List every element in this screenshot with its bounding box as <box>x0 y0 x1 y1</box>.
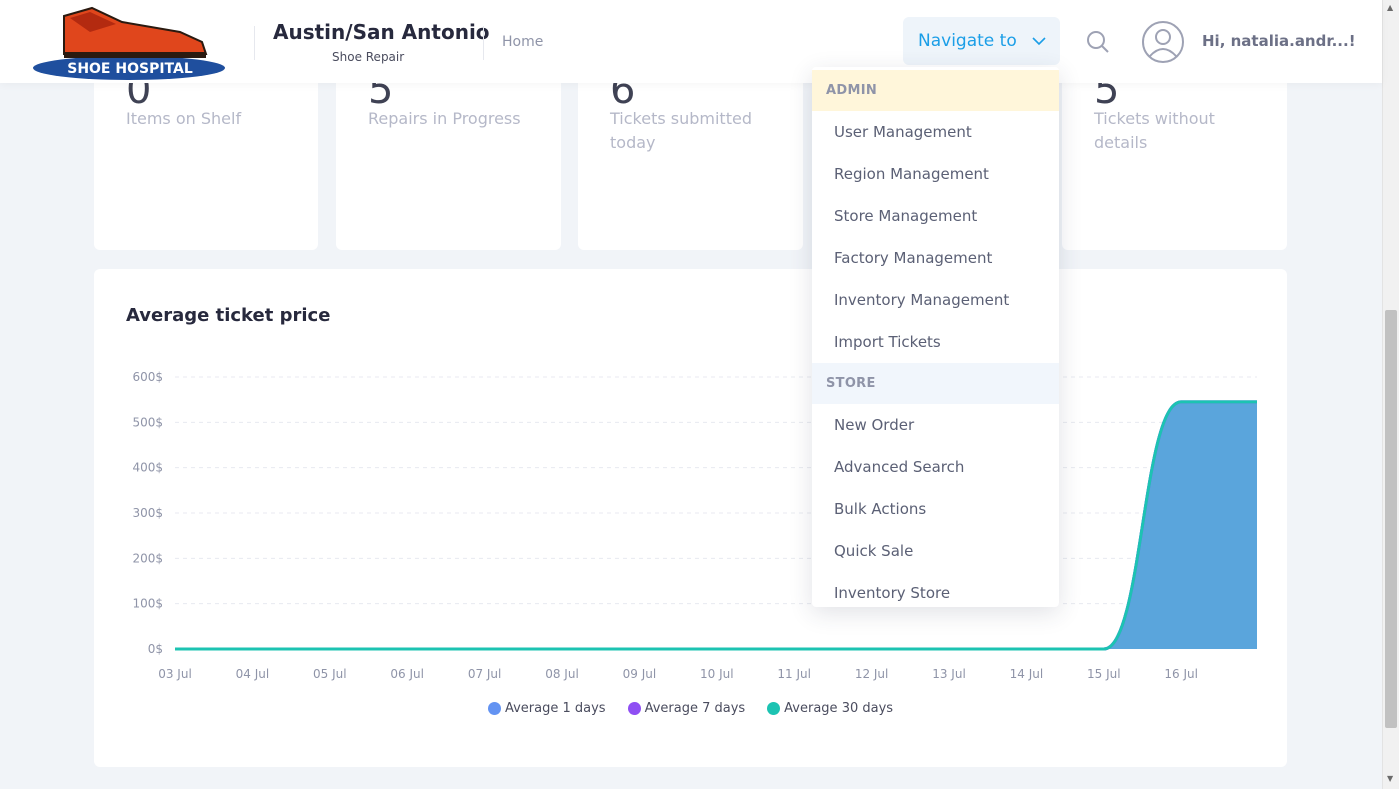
stat-card-repairs-in-progress[interactable]: 5 Repairs in Progress <box>336 60 561 250</box>
menu-item-import-tickets[interactable]: Import Tickets <box>812 321 1059 363</box>
legend-dot <box>627 702 641 715</box>
header-divider <box>254 26 255 60</box>
navigate-dropdown-menu: ADMIN User Management Region Management … <box>812 67 1059 607</box>
legend-label: Average 7 days <box>644 701 746 716</box>
menu-item-user-management[interactable]: User Management <box>812 111 1059 153</box>
x-tick-label: 14 Jul <box>1010 667 1044 681</box>
menu-item-factory-management[interactable]: Factory Management <box>812 237 1059 279</box>
navigate-to-button[interactable]: Navigate to <box>903 17 1060 65</box>
stat-card-items-on-shelf[interactable]: 0 Items on Shelf <box>94 60 318 250</box>
menu-item-advanced-search[interactable]: Advanced Search <box>812 446 1059 488</box>
menu-item-region-management[interactable]: Region Management <box>812 153 1059 195</box>
area-fill <box>175 401 1257 649</box>
x-tick-label: 15 Jul <box>1087 667 1121 681</box>
svg-text:SHOE HOSPITAL: SHOE HOSPITAL <box>67 61 193 77</box>
x-tick-label: 09 Jul <box>623 667 657 681</box>
stat-label: Items on Shelf <box>126 109 242 128</box>
user-avatar-icon[interactable] <box>1141 20 1185 64</box>
chevron-down-icon <box>1032 37 1046 46</box>
x-tick-label: 11 Jul <box>777 667 811 681</box>
x-tick-label: 12 Jul <box>855 667 889 681</box>
header-divider <box>483 26 484 60</box>
x-tick-label: 04 Jul <box>236 667 270 681</box>
x-tick-label: 08 Jul <box>545 667 579 681</box>
legend-label: Average 30 days <box>784 701 894 716</box>
top-header: SHOE HOSPITAL Austin/San Antonio Shoe Re… <box>0 0 1382 83</box>
breadcrumb-home[interactable]: Home <box>502 34 543 50</box>
x-tick-label: 10 Jul <box>700 667 734 681</box>
y-tick-label: 300$ <box>132 506 163 520</box>
x-tick-label: 07 Jul <box>468 667 502 681</box>
x-tick-label: 03 Jul <box>158 667 192 681</box>
menu-item-store-management[interactable]: Store Management <box>812 195 1059 237</box>
y-tick-label: 100$ <box>132 597 163 611</box>
stat-label: Tickets submitted today <box>610 109 752 152</box>
y-tick-label: 0$ <box>148 642 163 656</box>
menu-item-inventory-management[interactable]: Inventory Management <box>812 279 1059 321</box>
scroll-down-icon[interactable]: ▼ <box>1387 775 1393 783</box>
x-tick-label: 13 Jul <box>932 667 966 681</box>
legend-dot <box>487 702 501 715</box>
shoe-hospital-logo[interactable]: SHOE HOSPITAL <box>30 4 228 82</box>
menu-section-admin: ADMIN <box>812 70 1059 111</box>
navigate-to-label: Navigate to <box>918 31 1017 51</box>
x-tick-label: 06 Jul <box>390 667 424 681</box>
legend-item-average-30-days[interactable]: Average 30 days <box>767 701 893 716</box>
legend-label: Average 1 days <box>504 701 606 716</box>
stat-card-tickets-without-details[interactable]: 5 Tickets without details <box>1062 60 1287 250</box>
legend-item-average-1-days[interactable]: Average 1 days <box>487 701 606 716</box>
y-tick-label: 500$ <box>132 415 163 429</box>
scroll-up-icon[interactable]: ▲ <box>1387 4 1393 12</box>
chart-legend: Average 1 days Average 7 days Average 30… <box>94 701 1287 716</box>
series-line-average-7-days <box>174 400 1257 651</box>
menu-item-inventory-store[interactable]: Inventory Store <box>812 572 1059 607</box>
x-tick-label: 16 Jul <box>1164 667 1198 681</box>
series-line-average-1-days <box>174 400 1257 651</box>
legend-item-average-7-days[interactable]: Average 7 days <box>627 701 746 716</box>
y-tick-label: 400$ <box>132 461 163 475</box>
menu-section-store: STORE <box>812 363 1059 404</box>
x-tick-label: 05 Jul <box>313 667 347 681</box>
stat-card-tickets-submitted-today[interactable]: 6 Tickets submitted today <box>578 60 803 250</box>
page-scrollbar[interactable]: ▲ ▼ <box>1382 0 1399 789</box>
average-ticket-price-card: Average ticket price 0$ 100$ 200$ 300$ 400$ 5… <box>94 269 1287 767</box>
menu-item-bulk-actions[interactable]: Bulk Actions <box>812 488 1059 530</box>
scroll-thumb[interactable] <box>1385 310 1397 728</box>
menu-item-new-order[interactable]: New Order <box>812 404 1059 446</box>
average-ticket-price-chart: 0$ 100$ 200$ 300$ 400$ 500$ 600$ 03 Jul 04 Jul 05… <box>132 370 1257 681</box>
user-greeting[interactable]: Hi, natalia.andr...! <box>1202 32 1356 50</box>
store-name: Austin/San Antonio <box>273 20 490 44</box>
menu-item-quick-sale[interactable]: Quick Sale <box>812 530 1059 572</box>
series-line-average-30-days <box>174 400 1257 651</box>
y-tick-label: 600$ <box>132 370 163 384</box>
y-tick-label: 200$ <box>132 551 163 565</box>
search-icon[interactable] <box>1085 29 1111 55</box>
stat-label: Tickets without details <box>1094 109 1215 152</box>
legend-dot <box>767 702 781 715</box>
store-type: Shoe Repair <box>332 50 405 64</box>
stat-label: Repairs in Progress <box>368 109 521 128</box>
